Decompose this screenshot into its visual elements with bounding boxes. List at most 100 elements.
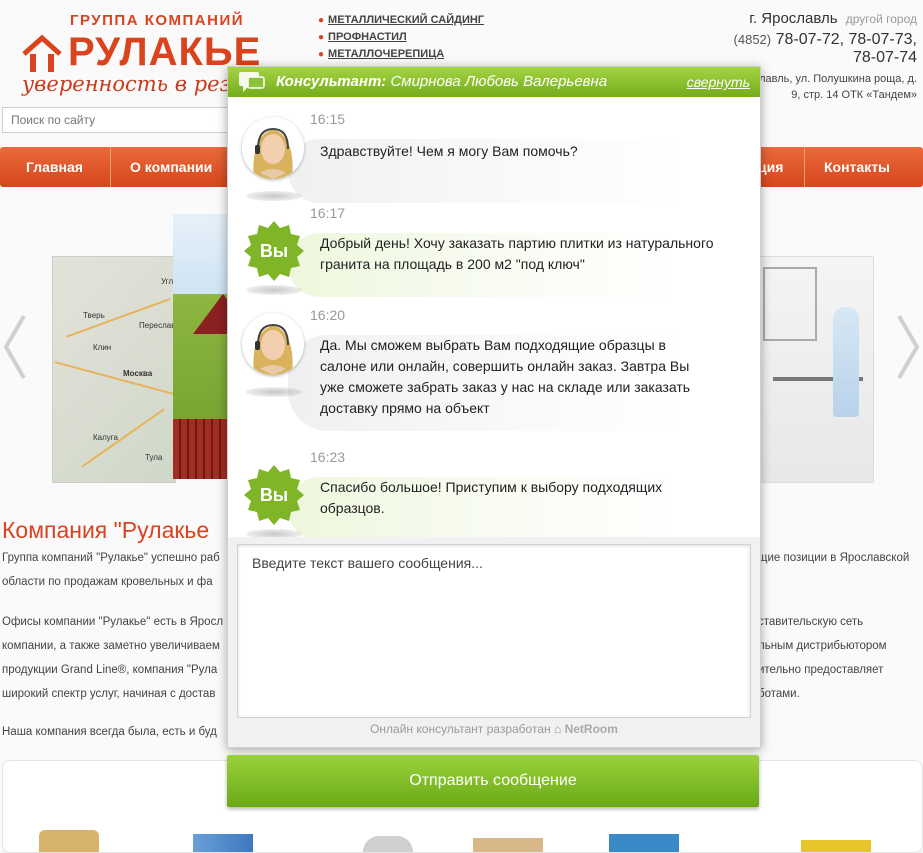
nav-item-home[interactable]: Главная [26, 147, 83, 187]
address-line-2: 9, стр. 14 ОТК «Тандем» [791, 89, 917, 101]
nav-divider [110, 147, 111, 187]
chat-title: Консультант: Смирнова Любовь Валерьевна [276, 67, 607, 97]
consultant-name: Смирнова Любовь Валерьевна [390, 73, 608, 90]
content-line: Группа компаний "Рулакье" успешно раб [2, 552, 220, 564]
product-thumb[interactable] [473, 838, 543, 852]
content-line: Наша компания всегда была, есть и буд [2, 726, 217, 738]
chat-header: Консультант: Смирнова Любовь Валерьевна … [228, 67, 760, 97]
content-title: Компания "Рулакье [2, 517, 210, 543]
message-time: 16:15 [310, 111, 346, 127]
phone-numbers: (4852) 78-07-72, 78-07-73, 78-07-74 [697, 31, 917, 67]
map-road [54, 361, 174, 395]
nav-item-about[interactable]: О компании [130, 147, 212, 187]
phones-line-1: 78-07-72, 78-07-73, [775, 31, 917, 48]
content-line: широкий спектр услуг, начиная с достав [2, 688, 216, 700]
map-label: Клин [93, 343, 112, 352]
avatar-shadow [246, 285, 302, 295]
house-sky [173, 214, 235, 294]
content-line: компании, а также заметно увеличиваем [2, 640, 220, 652]
message-text: Здравствуйте! Чем я могу Вам помочь? [320, 143, 578, 159]
map-label: Переслав [139, 321, 176, 330]
slide-room-image[interactable] [752, 256, 874, 483]
map-label: Калуга [93, 433, 118, 442]
map-road [65, 298, 171, 338]
top-link-item: ● МЕТАЛЛИЧЕСКИЙ САЙДИНГ [318, 12, 484, 29]
bullet-icon: ● [318, 49, 325, 60]
message-text: Да. Мы сможем выбрать Вам подходящие обр… [320, 337, 691, 416]
room-window [763, 267, 817, 341]
content-line-right: щие позиции в Ярославской [758, 552, 910, 564]
message-text: Добрый день! Хочу заказать партию плитки… [320, 235, 714, 272]
top-link-metal-tile[interactable]: МЕТАЛЛОЧЕРЕПИЦА [328, 48, 444, 60]
content-line: продукции Grand Line®, компания "Рула [2, 664, 218, 676]
chat-credits: Онлайн консультант разработан ⌂ NetRoom [228, 722, 760, 736]
current-city: г. Ярославль [749, 10, 838, 27]
send-message-button[interactable]: Отправить сообщение [227, 755, 759, 807]
city-selector: г. Ярославль другой город [697, 10, 917, 27]
nav-item-partial[interactable]: ция [758, 147, 783, 187]
slider-next-icon[interactable] [893, 312, 923, 382]
other-city-link[interactable]: другой город [846, 12, 917, 26]
content-line-right: ботами. [758, 688, 800, 700]
bullet-icon: ● [318, 15, 325, 26]
product-thumb[interactable] [193, 834, 253, 852]
content-line: Офисы компании "Рулакье" есть в Яросл [2, 616, 224, 628]
product-thumb[interactable] [363, 836, 413, 852]
netroom-logo-icon: ⌂ [553, 722, 562, 736]
address: лавль, ул. Полушкина роща, д. 9, стр. 14… [757, 71, 917, 103]
house-logo-icon [22, 34, 62, 72]
chat-widget: Консультант: Смирнова Любовь Валерьевна … [227, 66, 761, 748]
message-input[interactable] [238, 545, 750, 717]
bullet-icon: ● [318, 32, 325, 43]
map-label: Тверь [83, 311, 105, 320]
content-line-right: ставительскую сеть [758, 616, 864, 628]
avatar-shadow [246, 529, 302, 537]
top-link-profnastil[interactable]: ПРОФНАСТИЛ [328, 31, 407, 43]
collapse-chat-link[interactable]: свернуть [687, 67, 750, 97]
content-line-right: ительно предоставляет [758, 664, 884, 676]
content-line: области по продажам кровельных и фа [2, 576, 213, 588]
message-time: 16:17 [310, 205, 346, 221]
top-link-item: ● ПРОФНАСТИЛ [318, 29, 484, 46]
avatar-shadow [246, 387, 302, 397]
top-link-item: ● МЕТАЛЛОЧЕРЕПИЦА [318, 46, 484, 63]
house-fence [173, 419, 235, 479]
slide-map-image[interactable]: Тверь Переслав Углич Клин Москва Калуга … [52, 256, 176, 483]
search-input[interactable] [3, 108, 227, 132]
content-line-right: льным дистрибьютором [758, 640, 887, 652]
top-link-siding[interactable]: МЕТАЛЛИЧЕСКИЙ САЙДИНГ [328, 14, 484, 26]
chat-bubble-icon [239, 72, 265, 92]
phones-line-2: 78-07-74 [852, 49, 917, 66]
operator-avatar-image [242, 117, 304, 179]
avatar-shadow [246, 191, 302, 201]
slide-house-image[interactable] [173, 214, 235, 479]
map-label: Тула [145, 453, 163, 462]
credits-text: Онлайн консультант разработан [370, 722, 551, 736]
product-thumb[interactable] [801, 840, 871, 852]
operator-avatar [242, 313, 304, 375]
credits-brand[interactable]: NetRoom [565, 722, 618, 736]
operator-avatar [242, 117, 304, 179]
room-person [833, 307, 859, 417]
site-search [2, 107, 228, 133]
address-line-1: лавль, ул. Полушкина роща, д. [759, 73, 917, 85]
map-label: Москва [123, 369, 153, 378]
message-input-box [237, 544, 751, 718]
logo-group-label: ГРУППА КОМПАНИЙ [70, 12, 245, 29]
nav-item-contacts[interactable]: Контакты [824, 147, 890, 187]
nav-divider [804, 147, 805, 187]
message-time: 16:20 [310, 307, 346, 323]
contacts-block: г. Ярославль другой город (4852) 78-07-7… [697, 10, 917, 67]
product-thumb[interactable] [609, 834, 679, 852]
chat-messages: 16:15 Здравствуйте! Чем я могу Вам помоч… [228, 97, 760, 537]
product-thumb[interactable] [39, 830, 99, 852]
message-text: Спасибо большое! Приступим к выбору подх… [320, 479, 663, 516]
user-badge-label: Вы [259, 485, 289, 505]
chat-title-label: Консультант: [276, 73, 387, 90]
top-links: ● МЕТАЛЛИЧЕСКИЙ САЙДИНГ ● ПРОФНАСТИЛ ● МЕТА… [318, 12, 484, 63]
slider-prev-icon[interactable] [0, 312, 30, 382]
user-badge-label: Вы [259, 241, 289, 261]
company-logo[interactable]: ГРУППА КОМПАНИЙ РУЛАКЬЕ уверенность в ре… [18, 8, 333, 103]
phone-code: (4852) [733, 32, 772, 47]
message-time: 16:23 [310, 449, 346, 465]
